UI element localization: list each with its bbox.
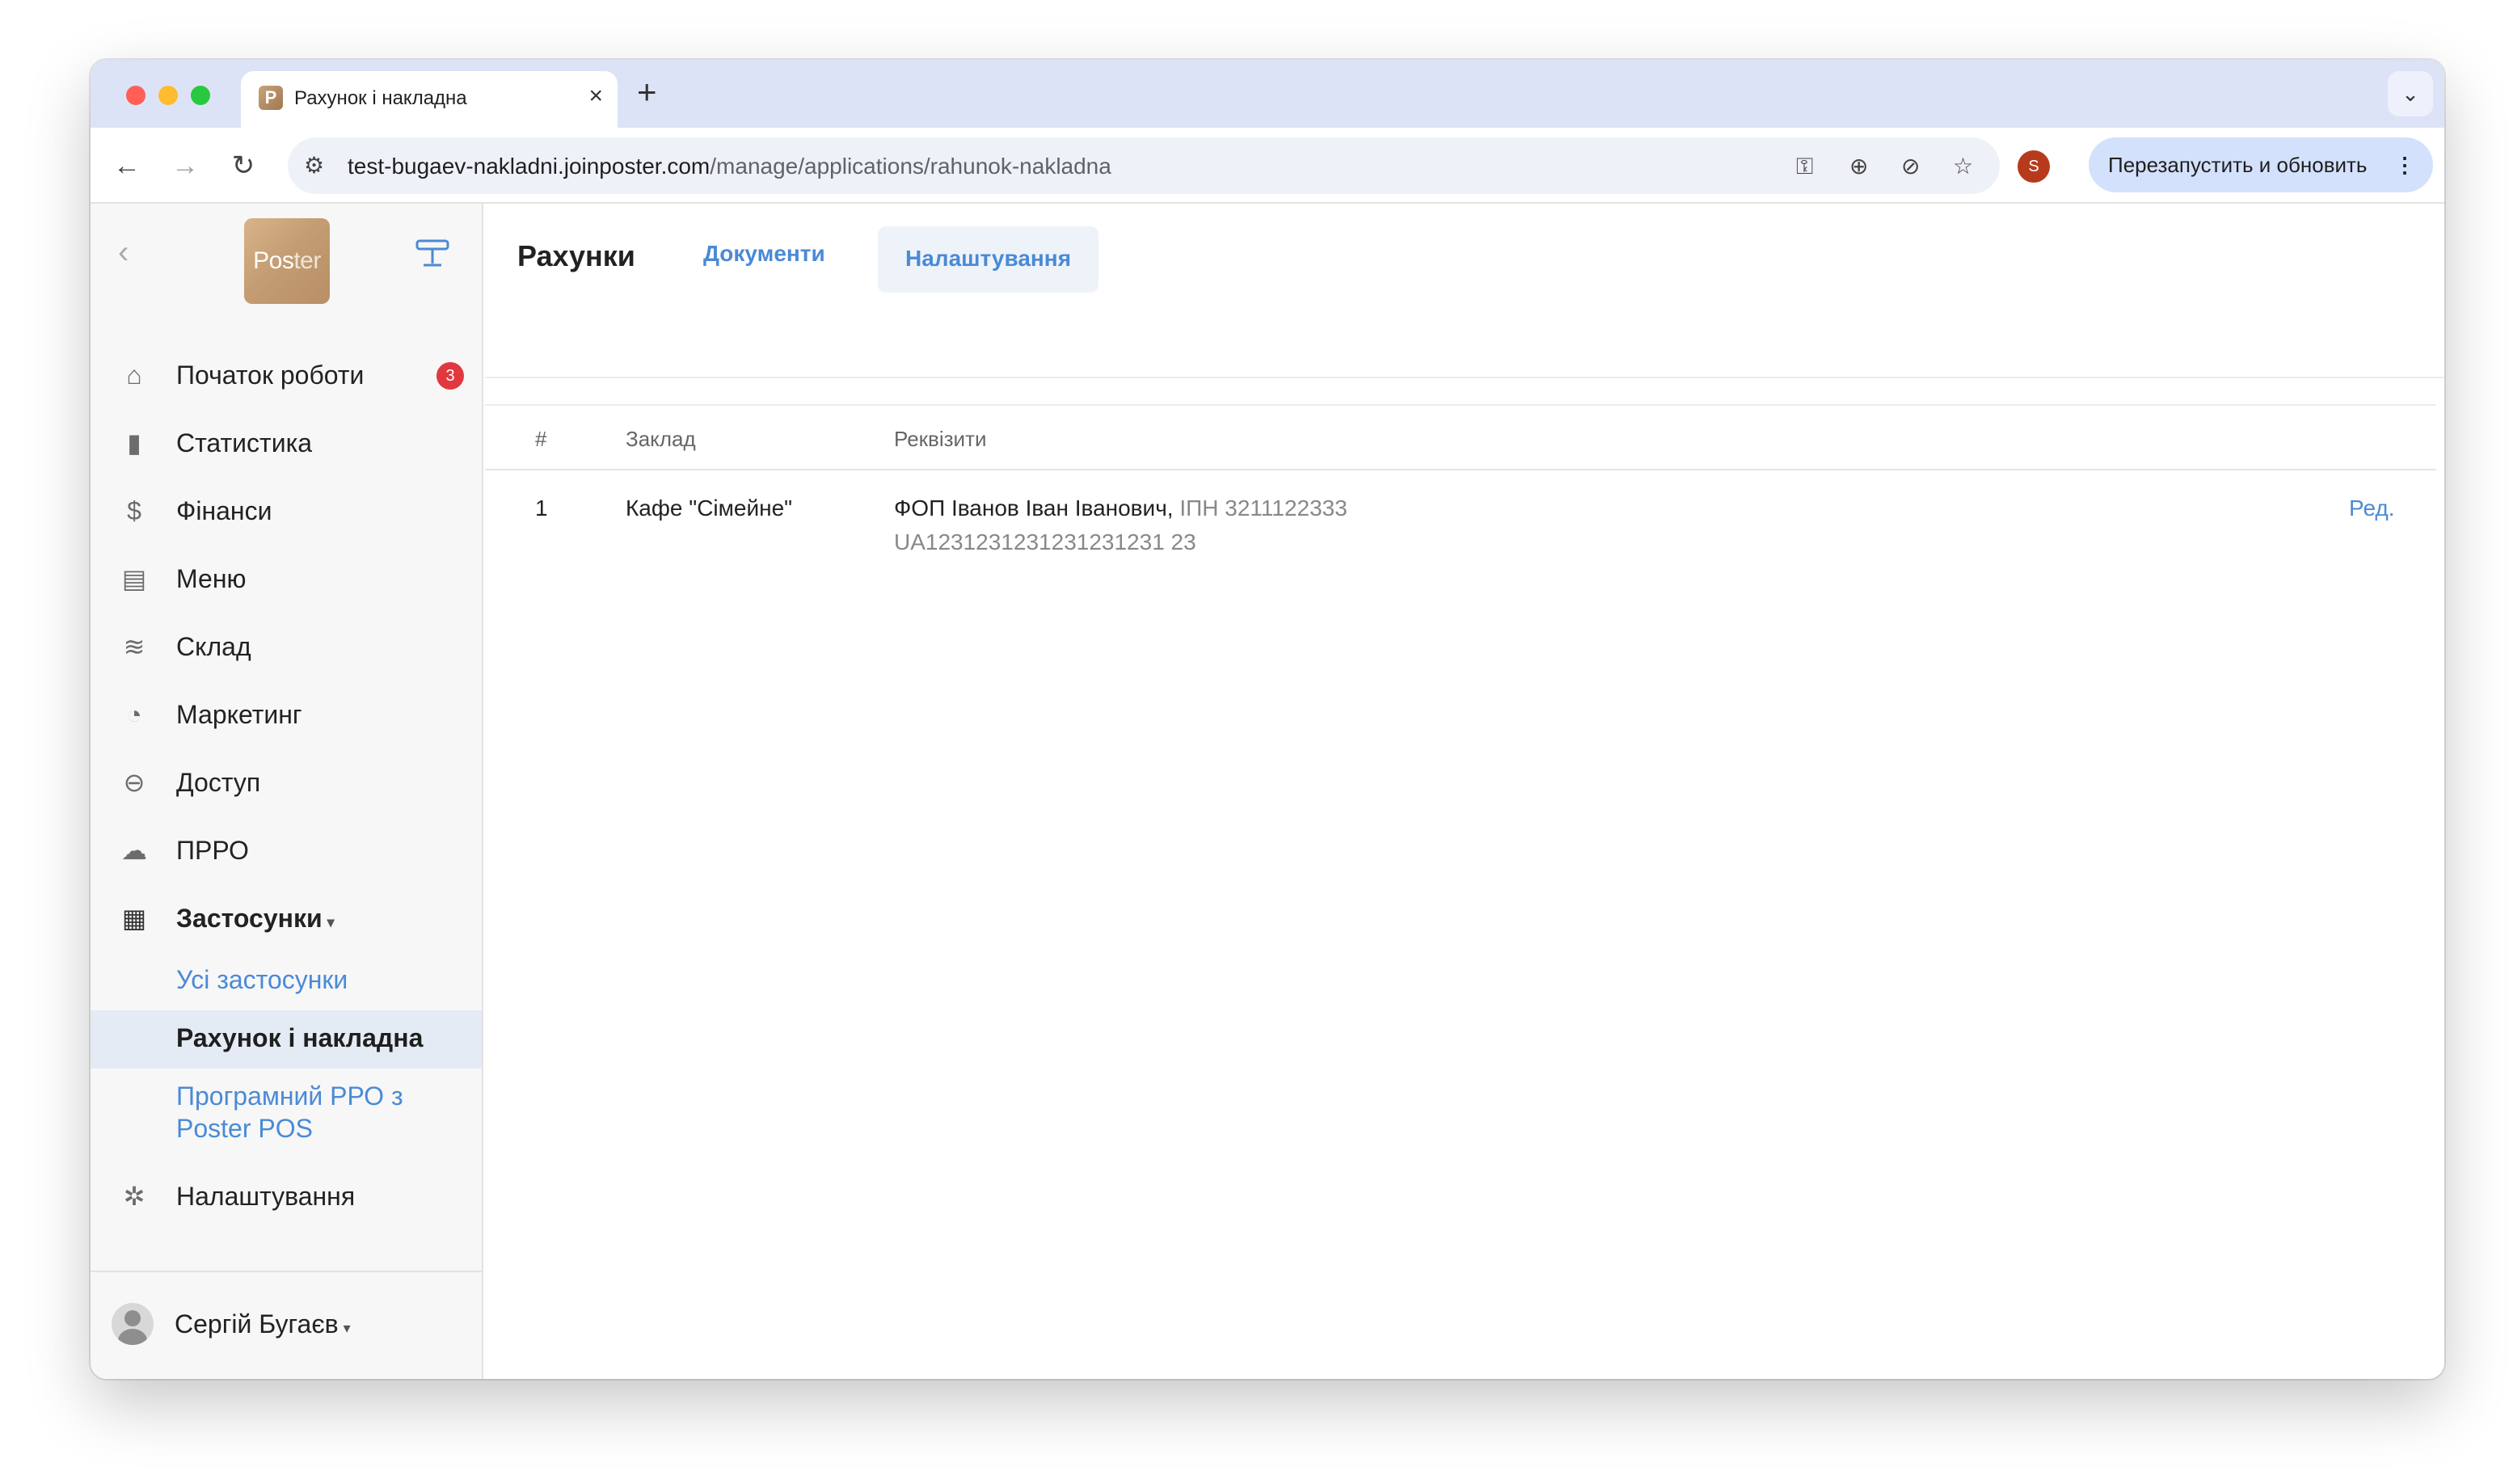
- profile-avatar[interactable]: S: [2018, 150, 2050, 183]
- lock-icon: ⊖: [123, 768, 145, 797]
- document-icon: ▤: [121, 564, 147, 593]
- sidebar: ‹ Poster ⌂ Початок роботи 3 ▮ Статистика…: [91, 204, 483, 1379]
- bookmark-star-icon[interactable]: ☆: [1953, 154, 1973, 179]
- sidebar-item-label: Склад: [176, 632, 251, 661]
- favicon-icon: P: [259, 86, 283, 110]
- sidebar-item-label: Застосунки ▾: [176, 902, 335, 938]
- back-icon[interactable]: ←: [107, 145, 147, 186]
- sidebar-item-menu[interactable]: ▤ Меню: [91, 545, 482, 613]
- sidebar-item-warehouse[interactable]: ≋ Склад: [91, 613, 482, 681]
- grid-icon: ▦: [121, 904, 147, 933]
- cloud-register-icon: ☁: [121, 836, 147, 865]
- sidebar-subitem-invoice-app[interactable]: Рахунок і накладна: [91, 1010, 482, 1069]
- sidebar-item-label: Меню: [176, 564, 247, 593]
- logo-text-light: ter: [293, 247, 321, 274]
- divider: [485, 377, 2444, 378]
- tab-settings[interactable]: Налаштування: [878, 226, 1099, 293]
- sidebar-item-label: Початок роботи: [176, 360, 365, 390]
- column-header-number: #: [535, 427, 547, 451]
- main-content: Рахунки Документи Налаштування # Заклад …: [485, 204, 2444, 1379]
- sidebar-item-applications[interactable]: ▦ Застосунки ▾: [91, 884, 482, 952]
- sidebar-item-label: Фінанси: [176, 496, 272, 525]
- url-text[interactable]: test-bugaev-nakladni.joinposter.com/mana…: [348, 154, 1111, 179]
- sidebar-subitem-all-apps[interactable]: Усі застосунки: [91, 952, 482, 1010]
- close-window-button[interactable]: [126, 86, 145, 105]
- logo-text-main: Pos: [253, 247, 294, 274]
- tab-strip: P Рахунок і накладна × + ⌄: [91, 60, 2444, 128]
- bar-chart-icon: ▮: [127, 428, 141, 457]
- sidebar-item-finance[interactable]: $ Фінанси: [91, 477, 482, 545]
- minimize-window-button[interactable]: [158, 86, 178, 105]
- close-tab-icon[interactable]: ×: [588, 82, 603, 110]
- address-bar[interactable]: ⚙ test-bugaev-nakladni.joinposter.com/ma…: [288, 137, 2000, 194]
- applications-label: Застосунки: [176, 904, 323, 933]
- url-path: /manage/applications/rahunok-nakladna: [710, 154, 1111, 179]
- dollar-icon: $: [127, 496, 141, 525]
- tab-title: Рахунок і накладна: [294, 87, 467, 109]
- table-row: 1 Кафе "Сімейне" ФОП Іванов Іван Іванови…: [485, 470, 2436, 559]
- pos-terminal-icon[interactable]: [414, 238, 451, 270]
- details-tax-id: ІПН 3211122333: [1179, 495, 1347, 521]
- sidebar-item-label: Статистика: [176, 428, 313, 457]
- site-settings-icon[interactable]: ⚙: [304, 152, 324, 179]
- chevron-down-icon: ▾: [327, 914, 335, 930]
- details-iban: UA1231231231231231231 23: [894, 529, 1196, 554]
- relaunch-button[interactable]: Перезапустить и обновить ⋮: [2089, 137, 2433, 192]
- poster-logo[interactable]: Poster: [244, 218, 330, 304]
- sidebar-item-label: Маркетинг: [176, 700, 302, 729]
- column-header-venue: Заклад: [626, 427, 696, 451]
- zoom-icon[interactable]: ⊕: [1849, 154, 1868, 179]
- row-number: 1: [535, 495, 548, 521]
- sidebar-subitem-label: Усі застосунки: [176, 965, 348, 994]
- user-name-text: Сергій Бугаєв: [175, 1309, 339, 1339]
- notification-badge: 3: [436, 362, 464, 390]
- table-header: # Заклад Реквізити: [485, 404, 2436, 470]
- edit-link[interactable]: Ред.: [2349, 491, 2395, 525]
- user-name: Сергій Бугаєв ▾: [175, 1309, 351, 1339]
- more-menu-icon[interactable]: ⋮: [2394, 137, 2415, 192]
- home-icon: ⌂: [126, 360, 142, 390]
- tab-search-icon[interactable]: ⌄: [2388, 71, 2433, 116]
- column-header-details: Реквізити: [894, 427, 987, 451]
- layers-icon: ≋: [123, 632, 145, 661]
- main-nav: ⌂ Початок роботи 3 ▮ Статистика $ Фінанс…: [91, 341, 482, 1230]
- avatar: [112, 1303, 154, 1345]
- page-title: Рахунки: [517, 239, 635, 272]
- row-venue: Кафе "Сімейне": [626, 495, 793, 521]
- sidebar-item-marketing[interactable]: ◔ Маркетинг: [91, 681, 482, 748]
- password-key-icon[interactable]: ⚿: [1796, 154, 1813, 179]
- collapse-sidebar-icon[interactable]: ‹: [118, 236, 129, 268]
- sidebar-item-label: ПРРО: [176, 836, 249, 865]
- browser-tab[interactable]: P Рахунок і накладна ×: [241, 71, 618, 128]
- url-host: test-bugaev-nakladni.joinposter.com: [348, 154, 711, 179]
- sidebar-item-prro[interactable]: ☁ ПРРО: [91, 816, 482, 884]
- sidebar-subitem-label: Програмний РРО з Poster POS: [176, 1081, 403, 1143]
- maximize-window-button[interactable]: [191, 86, 210, 105]
- sidebar-item-label: Налаштування: [176, 1182, 356, 1211]
- details-name: ФОП Іванов Іван Іванович,: [894, 495, 1174, 521]
- gear-icon: ✲: [123, 1182, 145, 1211]
- relaunch-label: Перезапустить и обновить: [2108, 153, 2368, 177]
- chevron-down-icon: ▾: [343, 1320, 351, 1336]
- browser-toolbar: ← → ↻ ⚙ test-bugaev-nakladni.joinposter.…: [91, 128, 2444, 204]
- requisites-table: # Заклад Реквізити 1 Кафе "Сімейне" ФОП …: [485, 404, 2436, 559]
- sidebar-item-access[interactable]: ⊖ Доступ: [91, 748, 482, 816]
- sidebar-item-label: Доступ: [176, 768, 261, 797]
- eye-off-icon[interactable]: ⊘: [1901, 154, 1920, 179]
- new-tab-icon[interactable]: +: [637, 74, 657, 110]
- tab-documents[interactable]: Документи: [703, 239, 825, 268]
- sidebar-subitem-label: Рахунок і накладна: [176, 1023, 424, 1052]
- sidebar-item-statistics[interactable]: ▮ Статистика: [91, 409, 482, 477]
- browser-window: P Рахунок і накладна × + ⌄ ← → ↻ ⚙ test-…: [91, 60, 2444, 1379]
- sidebar-item-getting-started[interactable]: ⌂ Початок роботи 3: [91, 341, 482, 409]
- sidebar-item-settings[interactable]: ✲ Налаштування: [91, 1162, 482, 1230]
- sidebar-subitem-software-prro[interactable]: Програмний РРО з Poster POS: [91, 1069, 482, 1153]
- forward-icon[interactable]: →: [165, 145, 205, 186]
- row-details: ФОП Іванов Іван Іванович, ІПН 3211122333…: [894, 491, 1347, 559]
- reload-icon[interactable]: ↻: [223, 145, 264, 186]
- pie-chart-icon: ◔: [126, 700, 142, 729]
- user-menu[interactable]: Сергій Бугаєв ▾: [91, 1271, 482, 1379]
